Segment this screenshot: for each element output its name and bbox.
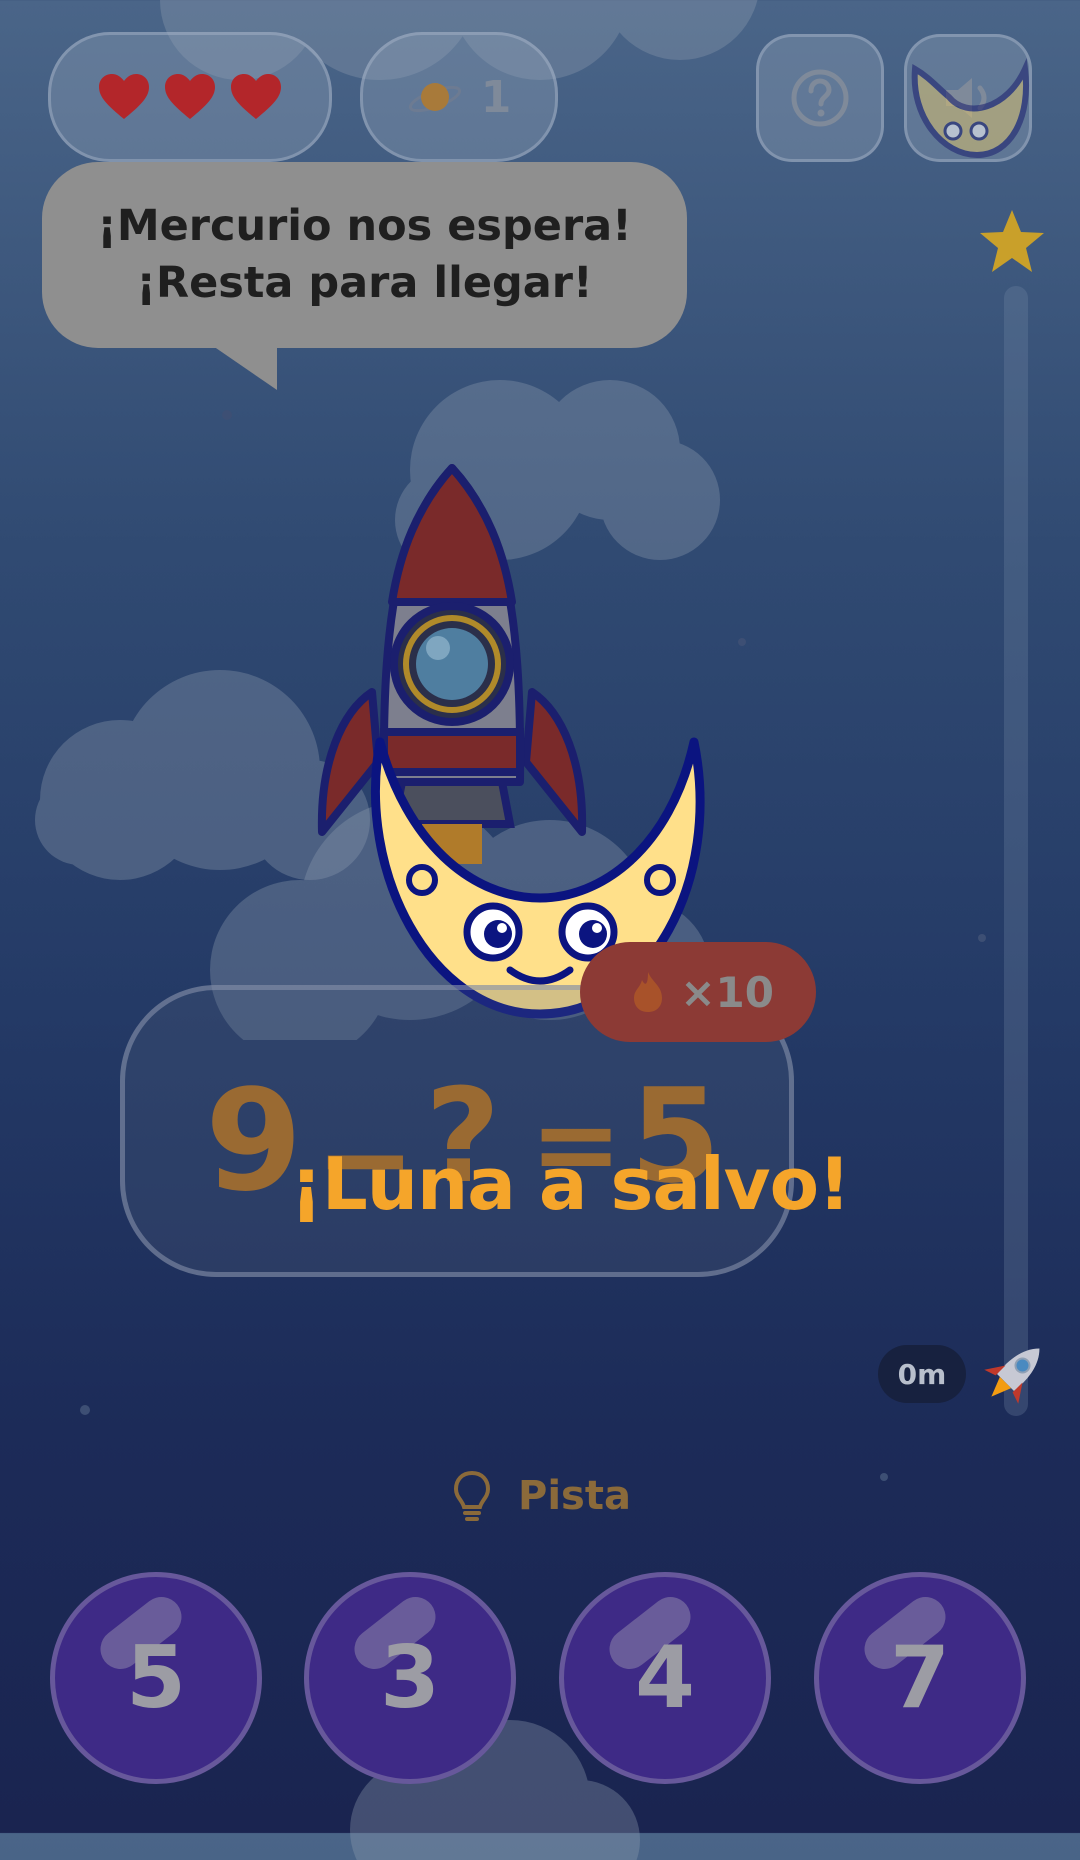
question-circle-icon (791, 69, 849, 127)
streak-label: ×10 (680, 967, 774, 1017)
background-star (80, 1405, 90, 1415)
answer-value: 5 (126, 1628, 186, 1728)
distance-meter: 0m (878, 1345, 966, 1403)
heart-icon (165, 74, 215, 119)
hint-button[interactable]: Pista (452, 1470, 631, 1522)
star-icon (980, 210, 1044, 272)
background-star (222, 410, 232, 420)
background-star (738, 638, 746, 646)
help-button[interactable] (756, 34, 884, 162)
speech-bubble-line-2: ¡Resta para llegar! (136, 258, 593, 308)
answer-value: 7 (890, 1628, 950, 1728)
answer-button-2[interactable]: 3 (304, 1572, 516, 1784)
lives-display (48, 32, 332, 162)
speech-bubble-tail (213, 346, 277, 390)
lightbulb-icon (453, 1470, 491, 1521)
background-star (880, 1473, 888, 1481)
fire-icon (634, 972, 663, 1012)
rocket-icon (984, 1348, 1040, 1404)
answer-value: 4 (635, 1628, 695, 1728)
speech-bubble: ¡Mercurio nos espera! ¡Resta para llegar… (42, 162, 687, 348)
background-star (978, 934, 986, 942)
answer-button-3[interactable]: 4 (559, 1572, 771, 1784)
moon-mascot-small-icon (911, 58, 1029, 159)
planets-count: 1 (480, 71, 512, 123)
hint-label: Pista (518, 1473, 631, 1519)
progress-track (1004, 286, 1028, 1416)
success-message: ¡Luna a salvo! (290, 1142, 851, 1226)
answer-value: 3 (380, 1628, 440, 1728)
answer-button-1[interactable]: 5 (50, 1572, 262, 1784)
streak-badge: ×10 (580, 942, 816, 1042)
heart-icon (231, 74, 281, 119)
sound-button[interactable] (904, 34, 1032, 162)
heart-icon (99, 74, 149, 119)
answer-button-4[interactable]: 7 (814, 1572, 1026, 1784)
planet-icon (408, 83, 461, 113)
planets-counter: 1 (360, 32, 558, 162)
speech-bubble-line-1: ¡Mercurio nos espera! (97, 201, 632, 251)
equation-operand-a: 9 (205, 1060, 303, 1223)
